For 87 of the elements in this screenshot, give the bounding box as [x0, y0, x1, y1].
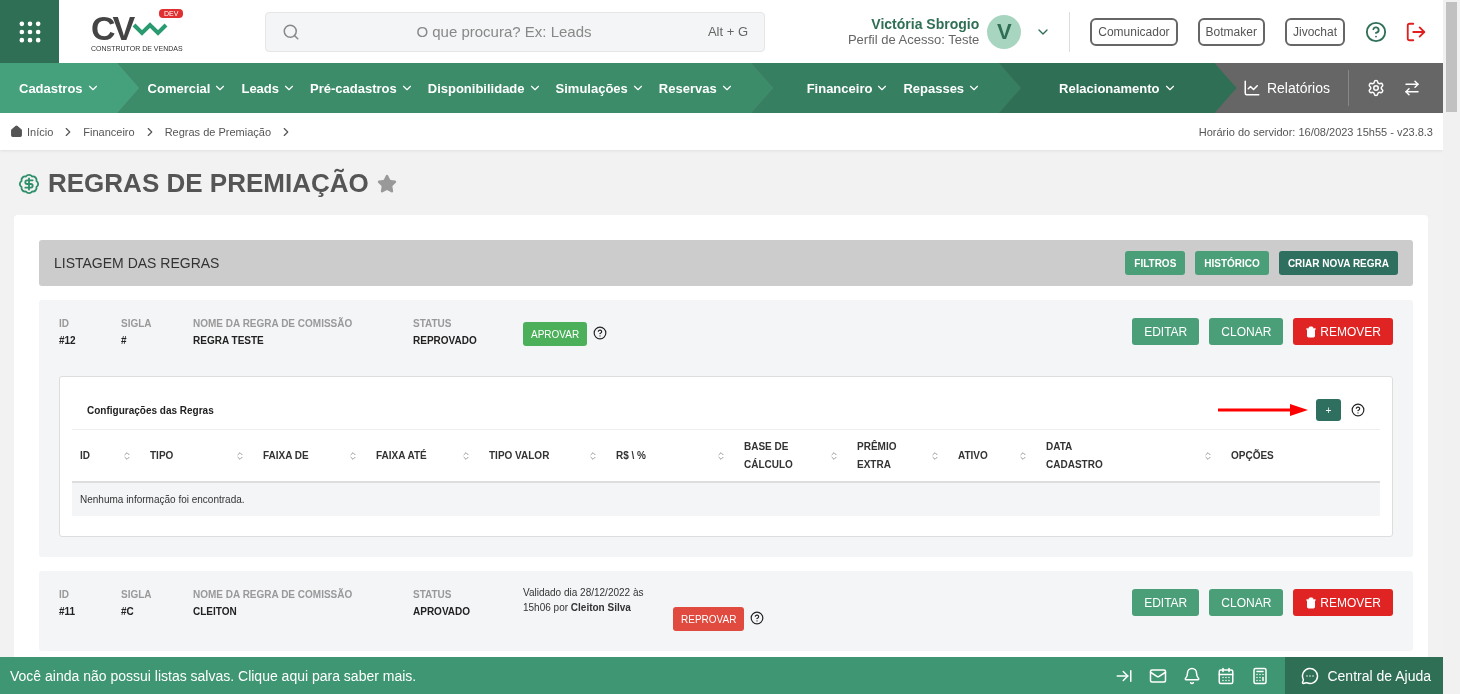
- search-icon: [282, 22, 300, 41]
- nav-item[interactable]: Pré-cadastros: [310, 80, 414, 96]
- clone-button[interactable]: CLONAR: [1209, 318, 1284, 345]
- search-bar[interactable]: O que procura? Ex: Leads Alt + G: [265, 11, 765, 52]
- header-button[interactable]: Comunicador: [1090, 17, 1178, 46]
- field-label: SIGLA: [121, 318, 153, 329]
- trash-icon: [1305, 596, 1318, 609]
- footer-message[interactable]: Você ainda não possui listas salvas. Clique aqui para saber mais.: [0, 667, 417, 684]
- field-value: #: [121, 335, 128, 346]
- sort-icon: [122, 450, 132, 461]
- user-name: Victória Sbrogio: [871, 16, 980, 32]
- sort-icon: [930, 450, 940, 461]
- nav-item[interactable]: Reservas: [658, 80, 734, 96]
- field-value: APROVADO: [413, 606, 472, 617]
- field-value: CLEITON: [193, 606, 238, 617]
- header-button[interactable]: Jivochat: [1284, 17, 1345, 46]
- help-icon[interactable]: [1351, 403, 1365, 417]
- server-time: Horário do servidor: 16/08/2023 15h55 - v23.8.3: [1198, 125, 1433, 138]
- field-value: REGRA TESTE: [193, 335, 265, 346]
- field-value: #11: [59, 606, 77, 617]
- field-label: ID: [59, 589, 70, 600]
- field-label: ID: [59, 318, 70, 329]
- list-action-button[interactable]: HISTÓRICO: [1195, 251, 1269, 275]
- nav-item[interactable]: Relacionamento: [1059, 80, 1177, 96]
- home-icon: [10, 125, 23, 138]
- empty-message: Nenhuma informação foi encontrada.: [72, 483, 1380, 516]
- nav-item[interactable]: Leads: [241, 80, 297, 96]
- nav-item[interactable]: Financeiro: [806, 80, 890, 96]
- field-label: STATUS: [413, 589, 453, 600]
- field-value: REPROVADO: [413, 335, 478, 346]
- nav-item[interactable]: Cadastros: [19, 80, 100, 96]
- bell-icon[interactable]: [1183, 666, 1202, 685]
- remove-button[interactable]: REMOVER: [1293, 589, 1393, 616]
- trash-icon: [1305, 325, 1318, 338]
- field-label: SIGLA: [121, 589, 153, 600]
- page-title: REGRAS DE PREMIAÇÃO: [48, 168, 369, 199]
- avatar[interactable]: V: [987, 14, 1022, 49]
- settings-icon[interactable]: [1367, 79, 1385, 97]
- nav-item[interactable]: Repasses: [903, 80, 982, 96]
- swap-icon[interactable]: [1403, 79, 1421, 97]
- field-value: #12: [59, 335, 77, 346]
- sort-icon: [1203, 450, 1213, 461]
- calendar-icon[interactable]: [1217, 666, 1236, 685]
- config-title: Configurações das Regras: [87, 404, 214, 416]
- mail-icon[interactable]: [1149, 666, 1168, 685]
- search-field[interactable]: O que procura? Ex: Leads: [300, 22, 708, 41]
- list-action-button[interactable]: CRIAR NOVA REGRA: [1278, 251, 1398, 275]
- line-chart-icon: [1242, 79, 1261, 97]
- field-label: STATUS: [413, 318, 453, 329]
- sort-icon: [348, 450, 358, 461]
- breadcrumb-link[interactable]: Início: [10, 125, 54, 138]
- sort-icon: [829, 450, 839, 461]
- sort-icon: [588, 450, 598, 461]
- field-label: NOME DA REGRA DE COMISSÃO: [193, 589, 354, 600]
- help-icon[interactable]: [750, 611, 765, 625]
- clone-button[interactable]: CLONAR: [1209, 589, 1284, 616]
- calculator-icon[interactable]: [1251, 666, 1270, 685]
- nav-item[interactable]: Simulações: [555, 80, 645, 96]
- remove-button[interactable]: REMOVER: [1293, 318, 1393, 345]
- apps-menu-button[interactable]: [0, 0, 59, 63]
- reprove-button[interactable]: REPROVAR: [673, 607, 745, 631]
- sort-icon: [461, 450, 471, 461]
- validation-text: Validado dia 28/12/2022 às 15h06 por Cleiton Silva: [523, 586, 645, 615]
- sort-icon: [1018, 450, 1028, 461]
- add-button[interactable]: +: [1316, 399, 1341, 421]
- nav-item[interactable]: Disponibilidade: [427, 80, 542, 96]
- breadcrumb-link[interactable]: Financeiro: [83, 125, 135, 138]
- reports-link[interactable]: Relatórios: [1242, 70, 1349, 106]
- breadcrumb-link[interactable]: Regras de Premiação: [164, 125, 272, 138]
- list-action-button[interactable]: FILTROS: [1125, 251, 1186, 275]
- sort-icon: [716, 450, 726, 461]
- help-center-button[interactable]: Central de Ajuda: [1285, 657, 1443, 694]
- edit-button[interactable]: EDITAR: [1132, 589, 1200, 616]
- shortcut-hint: Alt + G: [707, 24, 748, 39]
- user-profile: Perfil de Acesso: Teste: [847, 32, 980, 47]
- star-icon[interactable]: [376, 173, 397, 194]
- edit-button[interactable]: EDITAR: [1132, 318, 1200, 345]
- list-title: LISTAGEM DAS REGRAS: [54, 255, 220, 271]
- field-value: #C: [121, 606, 135, 617]
- header-button[interactable]: Botmaker: [1197, 17, 1265, 46]
- nav-item[interactable]: Comercial: [147, 80, 228, 96]
- sort-icon: [235, 450, 245, 461]
- help-icon[interactable]: [593, 326, 608, 340]
- logout-icon[interactable]: [1405, 20, 1427, 43]
- dollar-badge-icon: [18, 172, 40, 195]
- chat-icon: [1301, 666, 1320, 685]
- field-label: NOME DA REGRA DE COMISSÃO: [193, 318, 354, 329]
